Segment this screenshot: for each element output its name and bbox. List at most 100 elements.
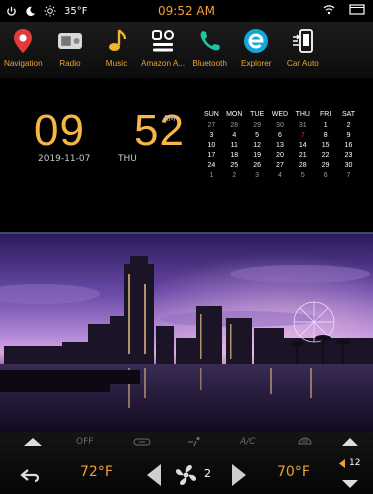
brightness-icon[interactable] bbox=[44, 5, 56, 17]
calendar-day[interactable]: 15 bbox=[314, 140, 337, 150]
calendar-day[interactable]: 6 bbox=[269, 130, 292, 140]
calendar-header: THU bbox=[295, 110, 310, 118]
calendar-day[interactable]: 31 bbox=[291, 120, 314, 130]
climate-off-label[interactable]: OFF bbox=[76, 437, 93, 447]
calendar-day[interactable]: 9 bbox=[337, 130, 360, 140]
app-explorer[interactable]: Explorer bbox=[233, 22, 280, 78]
window-icon[interactable] bbox=[349, 4, 365, 15]
calendar-day[interactable]: 7 bbox=[337, 170, 360, 180]
calendar-day[interactable]: 4 bbox=[223, 130, 246, 140]
volume-down-icon[interactable] bbox=[340, 479, 360, 490]
app-label: Explorer bbox=[241, 59, 272, 68]
app-label: Radio bbox=[59, 59, 81, 68]
calendar-header: TUE bbox=[250, 110, 265, 118]
music-note-icon bbox=[101, 27, 131, 55]
calendar-day[interactable]: 5 bbox=[291, 170, 314, 180]
app-radio[interactable]: Radio bbox=[47, 22, 94, 78]
calendar-day[interactable]: 6 bbox=[314, 170, 337, 180]
calendar-day[interactable]: 3 bbox=[200, 130, 223, 140]
calendar-day[interactable]: 28 bbox=[223, 120, 246, 130]
calendar-week-row: 3456789 bbox=[200, 130, 360, 140]
explorer-icon bbox=[241, 27, 271, 55]
clock-date: 2019-11-07 bbox=[38, 154, 91, 164]
night-mode-icon[interactable] bbox=[25, 6, 36, 17]
calendar-day[interactable]: 28 bbox=[291, 160, 314, 170]
calendar-day[interactable]: 27 bbox=[269, 160, 292, 170]
wallpaper-image bbox=[0, 232, 373, 432]
app-label: Music bbox=[105, 59, 128, 68]
volume-speaker-icon bbox=[337, 458, 346, 469]
calendar-day[interactable]: 17 bbox=[200, 150, 223, 160]
calendar-day[interactable]: 24 bbox=[200, 160, 223, 170]
calendar-day[interactable]: 5 bbox=[246, 130, 269, 140]
calendar-day[interactable]: 2 bbox=[337, 120, 360, 130]
calendar-day[interactable]: 4 bbox=[269, 170, 292, 180]
car-auto-icon bbox=[288, 27, 318, 55]
calendar-day[interactable]: 1 bbox=[314, 120, 337, 130]
ac-label[interactable]: A/C bbox=[240, 437, 255, 447]
calendar-week-row: 27 28 29 30 31 1 2 bbox=[200, 120, 360, 130]
calendar-day[interactable]: 26 bbox=[246, 160, 269, 170]
calendar-day[interactable]: 25 bbox=[223, 160, 246, 170]
climate-bar: OFF A/C 72°F 2 70°F 12 bbox=[0, 432, 373, 494]
app-dock: Navigation Radio Music Amazon A... Bluet… bbox=[0, 22, 373, 78]
home-up-icon[interactable] bbox=[22, 435, 44, 448]
calendar-day[interactable]: 3 bbox=[246, 170, 269, 180]
app-label: Car Auto bbox=[286, 59, 319, 68]
app-navigation[interactable]: Navigation bbox=[0, 22, 47, 78]
clock-minute: 52 bbox=[134, 106, 185, 155]
calendar-header: WED bbox=[271, 110, 289, 118]
fan-up-icon[interactable] bbox=[230, 462, 248, 488]
airflow-icon[interactable] bbox=[186, 436, 204, 447]
calendar-header: SAT bbox=[341, 110, 356, 118]
calendar-day[interactable]: 29 bbox=[314, 160, 337, 170]
clock-ampm: AM bbox=[163, 114, 176, 123]
calendar-day[interactable]: 11 bbox=[223, 140, 246, 150]
app-label: Amazon A... bbox=[141, 59, 186, 68]
calendar-day[interactable]: 14 bbox=[291, 140, 314, 150]
calendar-day[interactable]: 23 bbox=[337, 150, 360, 160]
calendar-week-row: 1234567 bbox=[200, 170, 360, 180]
power-icon[interactable] bbox=[6, 6, 17, 17]
calendar-day[interactable]: 30 bbox=[337, 160, 360, 170]
calendar-day[interactable]: 20 bbox=[269, 150, 292, 160]
clock-time: 09 52 bbox=[34, 106, 184, 156]
app-amazon[interactable]: Amazon A... bbox=[140, 22, 187, 78]
grid-icon bbox=[148, 27, 178, 55]
calendar-day[interactable]: 2 bbox=[223, 170, 246, 180]
calendar-day[interactable]: 16 bbox=[337, 140, 360, 150]
fan-down-icon[interactable] bbox=[145, 462, 163, 488]
calendar-week-row: 24 25 26 27 28 29 30 bbox=[200, 160, 360, 170]
fan-speed: 2 bbox=[204, 467, 211, 480]
calendar-week-row: 10 11 12 13 14 15 16 bbox=[200, 140, 360, 150]
fan-icon bbox=[174, 463, 198, 487]
right-temperature[interactable]: 70°F bbox=[277, 464, 310, 480]
calendar-day[interactable]: 1 bbox=[200, 170, 223, 180]
calendar-day[interactable]: 22 bbox=[314, 150, 337, 160]
recirculation-icon[interactable] bbox=[133, 437, 151, 447]
back-icon[interactable] bbox=[20, 468, 40, 484]
app-bluetooth[interactable]: Bluetooth bbox=[186, 22, 233, 78]
defrost-icon[interactable] bbox=[298, 436, 312, 446]
calendar-day[interactable]: 18 bbox=[223, 150, 246, 160]
calendar-day[interactable]: 30 bbox=[269, 120, 292, 130]
calendar-day[interactable]: 21 bbox=[291, 150, 314, 160]
wifi-icon bbox=[323, 4, 335, 15]
volume-up-icon[interactable] bbox=[340, 436, 360, 447]
calendar-header-row: SUN MON TUE WED THU FRI SAT bbox=[200, 108, 360, 120]
calendar-day[interactable]: 13 bbox=[269, 140, 292, 150]
calendar-day[interactable]: 29 bbox=[246, 120, 269, 130]
left-temperature[interactable]: 72°F bbox=[80, 464, 113, 480]
calendar-day[interactable]: 7 bbox=[291, 130, 314, 140]
calendar-day[interactable]: 12 bbox=[246, 140, 269, 150]
volume-level: 12 bbox=[349, 458, 361, 468]
calendar-header: MON bbox=[226, 110, 243, 118]
app-label: Navigation bbox=[3, 59, 43, 68]
app-label: Bluetooth bbox=[192, 59, 227, 68]
calendar-day[interactable]: 27 bbox=[200, 120, 223, 130]
app-car-auto[interactable]: Car Auto bbox=[280, 22, 327, 78]
app-music[interactable]: Music bbox=[93, 22, 140, 78]
calendar-day[interactable]: 8 bbox=[314, 130, 337, 140]
calendar-day[interactable]: 19 bbox=[246, 150, 269, 160]
calendar-day[interactable]: 10 bbox=[200, 140, 223, 150]
